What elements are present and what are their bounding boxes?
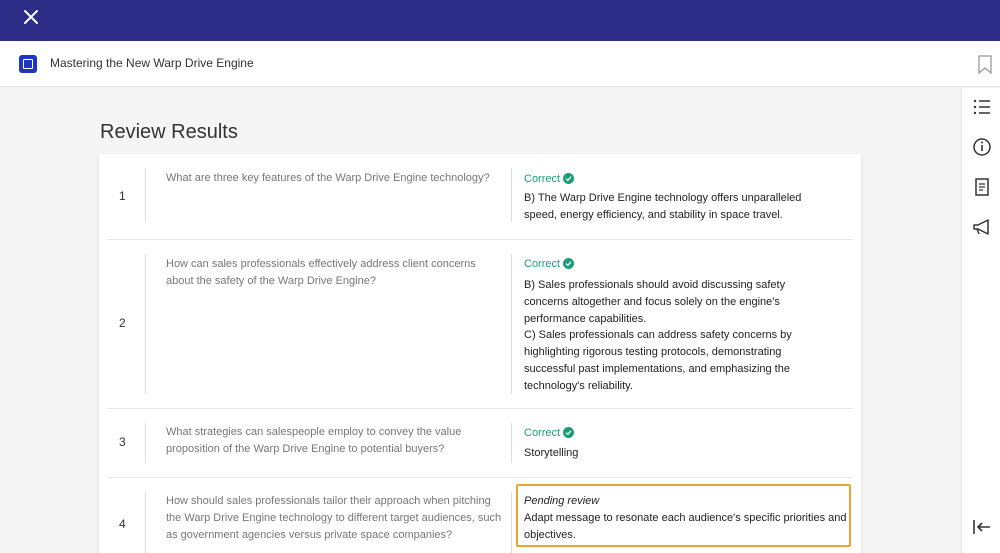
result-row: 3 What strategies can salespeople employ…: [107, 409, 853, 478]
answer-option: B) Sales professionals should avoid disc…: [524, 279, 786, 325]
question-text: How can sales professionals effectively …: [166, 258, 476, 287]
bookmark-icon[interactable]: [977, 55, 993, 75]
course-icon: [19, 55, 37, 73]
course-title: Mastering the New Warp Drive Engine: [50, 56, 254, 70]
column-divider: [511, 423, 512, 463]
question-number: 4: [119, 517, 126, 531]
status-label: Correct: [524, 427, 561, 439]
status-badge: Correct: [524, 426, 575, 440]
row-divider: [145, 168, 146, 222]
list-icon[interactable]: [971, 96, 993, 118]
question-text: How should sales professionals tailor th…: [166, 495, 502, 541]
row-divider: [145, 254, 146, 394]
question-text: What are three key features of the Warp …: [166, 172, 490, 184]
row-divider: [145, 492, 146, 553]
status-label: Correct: [524, 258, 561, 270]
page-title: Review Results: [100, 121, 238, 143]
answer-text: Storytelling: [524, 447, 579, 459]
top-bar: [0, 0, 1000, 41]
status-badge: Pending review: [524, 495, 600, 507]
column-divider: [511, 254, 512, 394]
question-number: 2: [119, 316, 126, 330]
column-divider: [511, 492, 512, 553]
info-icon[interactable]: [971, 136, 993, 158]
result-row: 1 What are three key features of the War…: [107, 154, 853, 240]
close-icon[interactable]: [20, 6, 42, 28]
check-circle-icon: [563, 258, 575, 269]
result-row: 2 How can sales professionals effectivel…: [107, 240, 853, 409]
status-label: Correct: [524, 173, 561, 185]
collapse-left-icon[interactable]: [971, 516, 993, 538]
answer-text: Adapt message to resonate each audience'…: [524, 512, 847, 541]
right-toolbar: [961, 88, 1000, 553]
status-badge: Correct: [524, 257, 575, 271]
check-circle-icon: [563, 173, 575, 184]
course-title-bar: Mastering the New Warp Drive Engine: [0, 41, 1000, 87]
status-badge: Correct: [524, 172, 575, 186]
document-icon[interactable]: [971, 176, 993, 198]
question-number: 3: [119, 435, 126, 449]
check-circle-icon: [563, 427, 575, 438]
question-number: 1: [119, 189, 126, 203]
megaphone-icon[interactable]: [971, 216, 993, 238]
question-text: What strategies can salespeople employ t…: [166, 426, 462, 455]
answer-text: B) Sales professionals should avoid disc…: [524, 277, 824, 395]
answer-text: B) The Warp Drive Engine technology offe…: [524, 192, 802, 221]
row-divider: [145, 423, 146, 463]
column-divider: [511, 168, 512, 222]
answer-option: C) Sales professionals can address safet…: [524, 329, 792, 392]
